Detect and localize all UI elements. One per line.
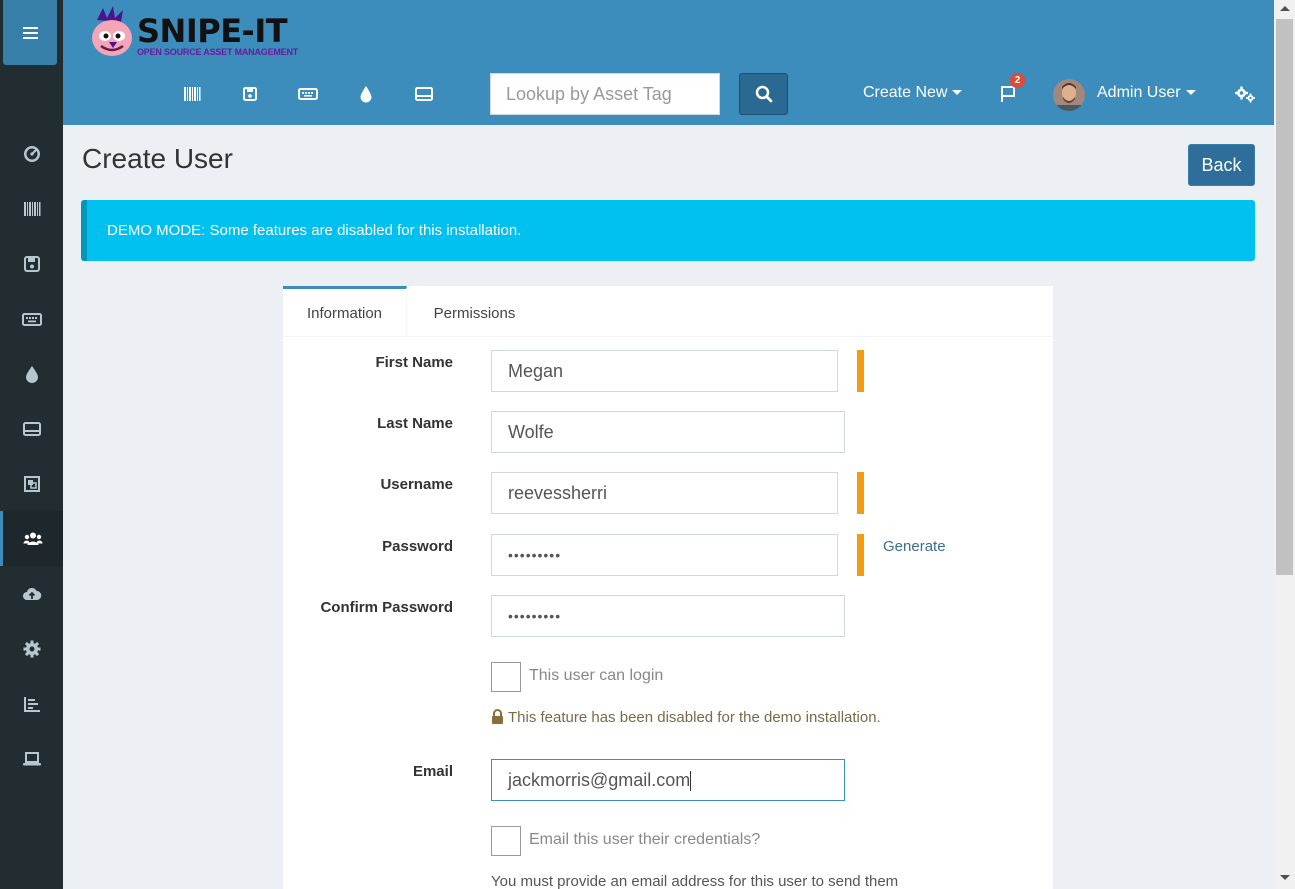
user-name: Admin User: [1097, 84, 1181, 101]
required-indicator: [857, 534, 864, 576]
keyboard-icon: [21, 312, 42, 326]
cogs-icon: [1235, 86, 1255, 103]
first-name-field[interactable]: Megan: [491, 350, 838, 392]
email-value: jackmorris@gmail.com: [508, 770, 691, 790]
avatar-image: [1053, 79, 1085, 111]
username-field[interactable]: reevessherri: [491, 472, 838, 514]
required-indicator: [857, 350, 864, 392]
dashboard-icon: [23, 145, 40, 162]
admin-settings-button[interactable]: [1234, 84, 1256, 104]
barcode-icon: [184, 87, 201, 101]
app-logo[interactable]: SNIPE-IT OPEN SOURCE ASSET MANAGEMENT: [87, 6, 307, 62]
form-tabs: Information Permissions: [283, 286, 1053, 337]
laptop-icon: [22, 751, 41, 765]
users-icon: [23, 532, 43, 545]
drive-icon: [415, 87, 433, 101]
notification-badge: 2: [1010, 73, 1025, 88]
disabled-feature-text: This feature has been disabled for the d…: [508, 709, 881, 726]
top-navbar: SNIPE-IT OPEN SOURCE ASSET MANAGEMENT Lo…: [63, 0, 1274, 125]
nav-assets-button[interactable]: [182, 84, 202, 104]
email-field[interactable]: jackmorris@gmail.com: [491, 759, 845, 801]
tab-permissions[interactable]: Permissions: [407, 286, 542, 337]
last-name-field[interactable]: Wolfe: [491, 411, 845, 453]
asset-tag-search-input[interactable]: Lookup by Asset Tag: [490, 73, 720, 115]
user-menu-dropdown[interactable]: Admin User: [1097, 84, 1196, 102]
barcode-icon: [23, 201, 40, 216]
sidebar-item-reports[interactable]: [0, 676, 63, 731]
confirm-password-field[interactable]: •••••••••: [491, 595, 845, 637]
sidebar-item-settings[interactable]: [0, 621, 63, 676]
tab-information[interactable]: Information: [283, 286, 407, 337]
lock-icon: [492, 709, 503, 724]
save-icon: [243, 87, 257, 101]
page-scrollbar[interactable]: [1274, 0, 1295, 889]
sidebar: [0, 0, 63, 889]
create-new-label: Create New: [863, 84, 948, 101]
confirm-password-label: Confirm Password: [320, 599, 453, 616]
email-label: Email: [412, 763, 453, 780]
reports-icon: [23, 696, 40, 712]
logo-title: SNIPE-IT: [137, 12, 288, 50]
scroll-thumb[interactable]: [1276, 19, 1293, 575]
avatar[interactable]: [1053, 79, 1085, 111]
sidebar-item-components[interactable]: [0, 401, 63, 456]
search-button[interactable]: [739, 73, 788, 115]
search-icon: [755, 85, 772, 103]
drive-icon: [22, 421, 41, 436]
sidebar-item-dashboard[interactable]: [0, 126, 63, 181]
sidebar-item-licenses[interactable]: [0, 236, 63, 291]
sidebar-item-accessories[interactable]: [0, 291, 63, 346]
cloud-upload-icon: [22, 587, 41, 600]
keyboard-icon: [298, 88, 318, 100]
username-label: Username: [380, 476, 453, 493]
can-login-label: This user can login: [529, 667, 664, 684]
sidebar-item-consumables[interactable]: [0, 346, 63, 401]
logo-mascot-icon: [92, 6, 132, 56]
page-title: Create User: [82, 143, 233, 174]
caret-down-icon: [1185, 90, 1196, 96]
demo-mode-alert: DEMO MODE: Some features are disabled fo…: [81, 200, 1255, 261]
disabled-feature-note: This feature has been disabled for the d…: [491, 709, 881, 726]
logo-subtitle: OPEN SOURCE ASSET MANAGEMENT: [137, 47, 299, 57]
email-help-text: You must provide an email address for th…: [491, 873, 899, 889]
hamburger-icon: [22, 26, 38, 39]
scroll-down-arrow-icon[interactable]: [1280, 875, 1290, 880]
generate-password-link[interactable]: Generate: [883, 538, 946, 555]
components-icon: [23, 475, 40, 492]
sidebar-item-import[interactable]: [0, 566, 63, 621]
nav-consumables-button[interactable]: [356, 84, 376, 104]
sidebar-item-kits[interactable]: [0, 456, 63, 511]
sidebar-item-requestable[interactable]: [0, 731, 63, 786]
email-credentials-checkbox[interactable]: [491, 826, 521, 856]
sidebar-item-users[interactable]: [0, 511, 63, 566]
sidebar-toggle-button[interactable]: [3, 0, 57, 65]
text-cursor: [690, 771, 692, 792]
nav-licenses-button[interactable]: [240, 84, 260, 104]
password-field[interactable]: •••••••••: [491, 534, 838, 576]
can-login-checkbox[interactable]: [491, 662, 521, 692]
required-indicator: [857, 472, 864, 514]
save-icon: [23, 255, 40, 272]
tint-icon: [360, 86, 372, 103]
nav-accessories-button[interactable]: [298, 84, 318, 104]
first-name-label: First Name: [375, 354, 453, 371]
password-label: Password: [382, 538, 453, 555]
last-name-label: Last Name: [377, 415, 453, 432]
back-button[interactable]: Back: [1188, 144, 1255, 186]
email-credentials-label: Email this user their credentials?: [529, 831, 761, 848]
caret-down-icon: [952, 90, 963, 96]
nav-components-button[interactable]: [414, 84, 434, 104]
create-user-form: Information Permissions First Name Megan…: [283, 286, 1053, 889]
scroll-up-arrow-icon[interactable]: [1280, 6, 1290, 11]
sidebar-item-assets[interactable]: [0, 181, 63, 236]
settings-icon: [23, 640, 40, 657]
tint-icon: [25, 365, 38, 383]
create-new-dropdown[interactable]: Create New: [863, 84, 963, 102]
